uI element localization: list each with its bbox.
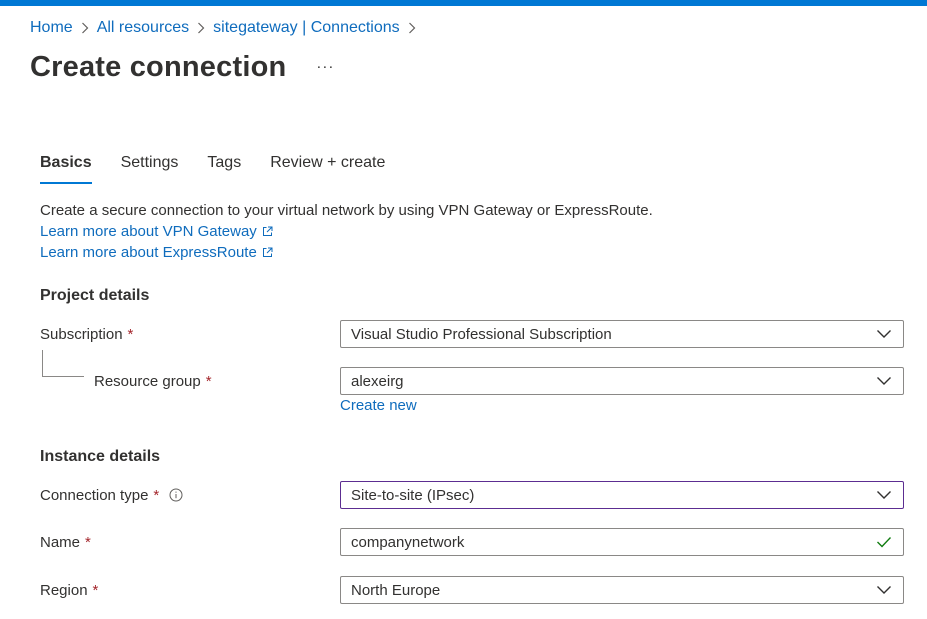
tab-review-create[interactable]: Review + create	[270, 150, 385, 184]
tree-connector	[42, 350, 43, 376]
required-marker: *	[153, 486, 160, 504]
link-text: Learn more about VPN Gateway	[40, 223, 257, 240]
breadcrumb: Home All resources sitegateway | Connect…	[30, 18, 424, 38]
page-header: Create connection ···	[30, 49, 334, 85]
label-text: Subscription	[40, 325, 123, 343]
tab-basics[interactable]: Basics	[40, 150, 92, 184]
chevron-down-icon	[875, 325, 893, 343]
external-link-icon	[262, 247, 273, 257]
chevron-down-icon	[875, 486, 893, 504]
breadcrumb-home[interactable]: Home	[30, 19, 73, 37]
tree-connector	[42, 376, 84, 377]
tab-label: Settings	[120, 154, 179, 171]
top-accent-bar	[0, 0, 927, 6]
tab-tags[interactable]: Tags	[207, 150, 241, 184]
subscription-value: Visual Studio Professional Subscription	[351, 325, 612, 343]
label-text: Connection type	[40, 486, 149, 504]
subscription-label: Subscription *	[40, 323, 133, 345]
more-options-button[interactable]: ···	[316, 49, 334, 85]
connection-type-label: Connection type *	[40, 484, 183, 506]
learn-more-vpn-gateway-link[interactable]: Learn more about VPN Gateway	[40, 221, 653, 242]
tab-label: Review + create	[270, 154, 386, 171]
required-marker: *	[127, 325, 134, 343]
label-text: Region	[40, 581, 88, 599]
external-link-icon	[262, 226, 273, 236]
resource-group-dropdown[interactable]: alexeirg	[340, 367, 904, 395]
resource-group-value: alexeirg	[351, 372, 404, 390]
region-value: North Europe	[351, 581, 441, 599]
tab-settings[interactable]: Settings	[121, 150, 179, 184]
intro-description: Create a secure connection to your virtu…	[40, 202, 653, 219]
resource-group-label: Resource group *	[94, 370, 212, 392]
connection-type-value: Site-to-site (IPsec)	[351, 486, 475, 504]
chevron-right-icon	[192, 22, 210, 34]
connection-type-dropdown[interactable]: Site-to-site (IPsec)	[340, 481, 904, 509]
name-label: Name *	[40, 531, 91, 553]
chevron-right-icon	[403, 22, 421, 34]
tab-bar: Basics Settings Tags Review + create	[40, 150, 414, 184]
name-input[interactable]: companynetwork	[340, 528, 904, 556]
chevron-down-icon	[875, 372, 893, 390]
checkmark-icon	[875, 533, 893, 551]
breadcrumb-all-resources[interactable]: All resources	[97, 19, 189, 37]
chevron-right-icon	[76, 22, 94, 34]
page-title: Create connection	[30, 50, 287, 83]
project-details-heading: Project details	[40, 287, 150, 304]
required-marker: *	[85, 533, 91, 551]
info-icon[interactable]	[169, 488, 183, 502]
chevron-down-icon	[875, 581, 893, 599]
subscription-dropdown[interactable]: Visual Studio Professional Subscription	[340, 320, 904, 348]
name-value: companynetwork	[351, 533, 465, 551]
tab-label: Basics	[40, 154, 92, 171]
required-marker: *	[92, 581, 99, 599]
instance-details-heading: Instance details	[40, 448, 161, 465]
learn-more-expressroute-link[interactable]: Learn more about ExpressRoute	[40, 242, 653, 263]
link-text: Learn more about ExpressRoute	[40, 244, 257, 261]
label-text: Name	[40, 533, 81, 551]
region-label: Region *	[40, 579, 98, 601]
tab-label: Tags	[207, 154, 242, 171]
intro-section: Create a secure connection to your virtu…	[40, 200, 653, 263]
breadcrumb-sitegateway-connections[interactable]: sitegateway | Connections	[213, 19, 399, 37]
create-new-resource-group-link[interactable]: Create new	[340, 397, 417, 414]
region-dropdown[interactable]: North Europe	[340, 576, 904, 604]
label-text: Resource group	[94, 372, 201, 390]
required-marker: *	[205, 372, 212, 390]
